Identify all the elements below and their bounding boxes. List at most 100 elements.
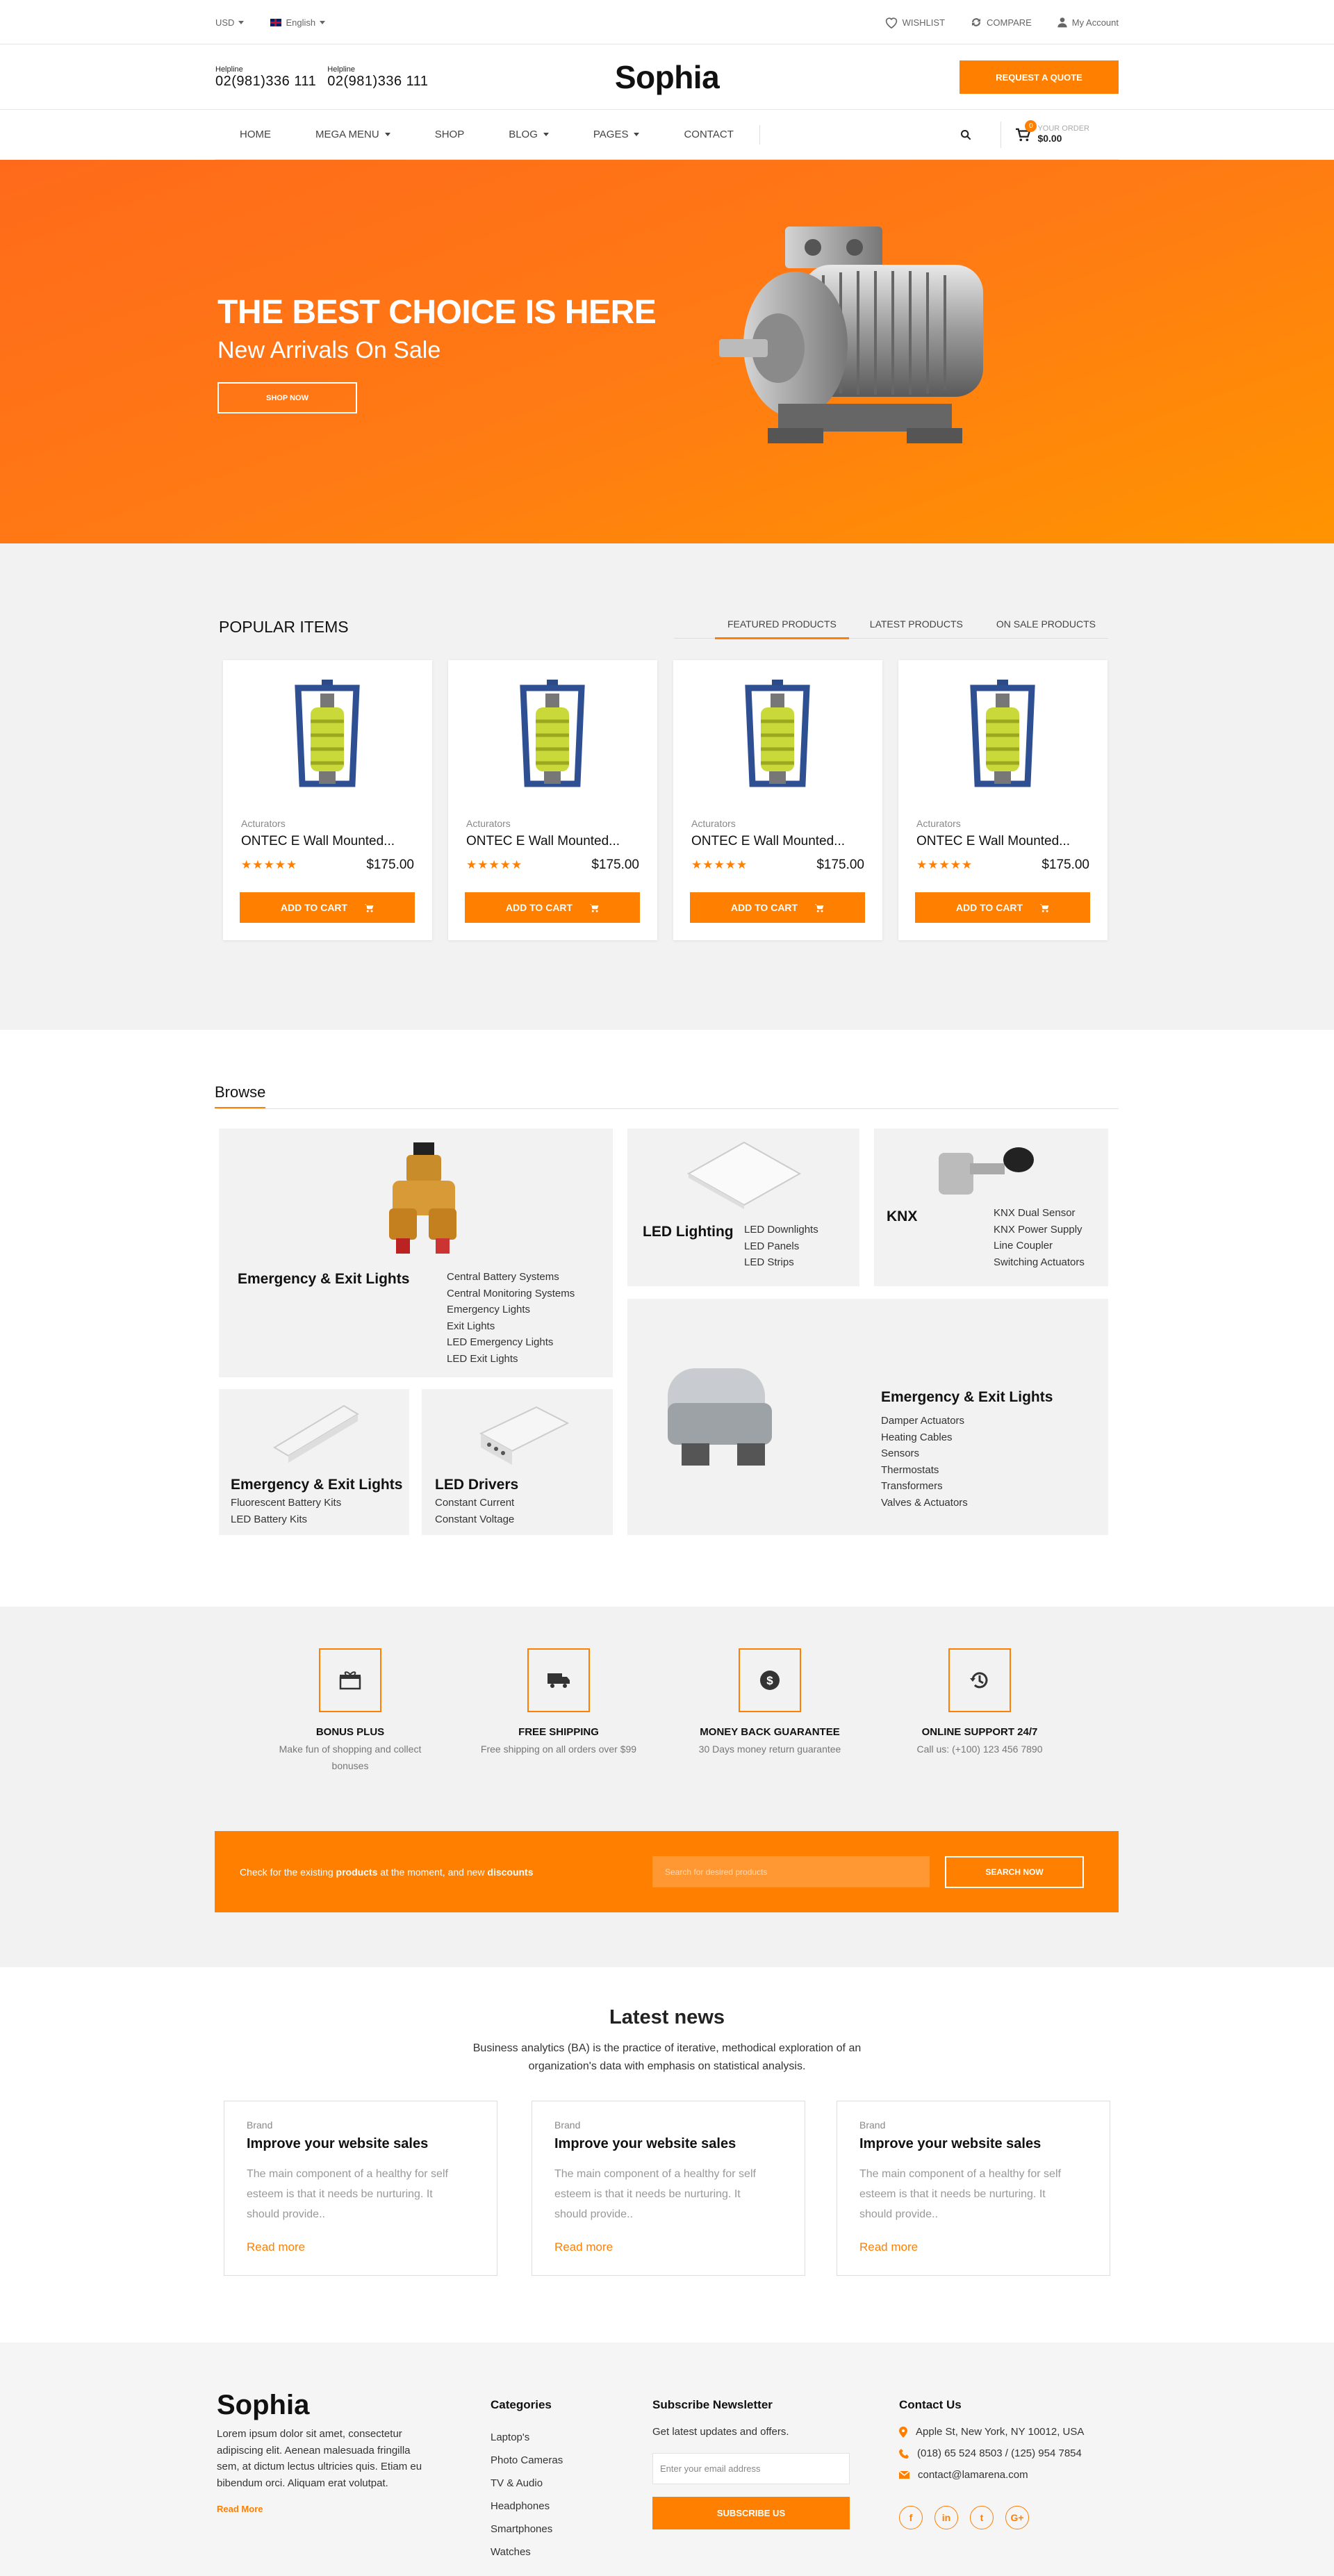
nav-home[interactable]: HOME	[215, 129, 293, 140]
promo-text-part: discounts	[487, 1866, 534, 1878]
tab-featured-products[interactable]: FEATURED PRODUCTS	[714, 612, 849, 639]
wishlist-link[interactable]: WISHLIST	[884, 16, 945, 28]
footer-link[interactable]: TV & Audio	[491, 2472, 563, 2495]
read-more-link[interactable]: Read more	[554, 2240, 613, 2254]
sensor-image	[939, 1147, 1034, 1195]
list-item[interactable]: Line Coupler	[994, 1238, 1085, 1254]
list-item[interactable]: Sensors	[881, 1445, 968, 1462]
list-item[interactable]: LED Downlights	[744, 1222, 818, 1238]
shop-now-button[interactable]: SHOP NOW	[217, 382, 357, 413]
category-tile[interactable]: LED Lighting LED Downlights LED Panels L…	[627, 1129, 859, 1286]
nav-blog[interactable]: BLOG	[486, 129, 571, 140]
list-item[interactable]: KNX Power Supply	[994, 1222, 1085, 1238]
list-item[interactable]: Transformers	[881, 1478, 968, 1495]
contact-text[interactable]: contact@lamarena.com	[918, 2469, 1028, 2481]
list-item[interactable]: Central Monitoring Systems	[447, 1286, 575, 1302]
promo-text-part: Check for the existing	[240, 1866, 336, 1878]
search-now-button[interactable]: SEARCH NOW	[945, 1855, 1084, 1888]
list-item[interactable]: Constant Current	[435, 1495, 514, 1511]
list-item[interactable]: LED Strips	[744, 1254, 818, 1271]
newsletter-email-input[interactable]: Enter your email address	[652, 2453, 850, 2484]
list-item[interactable]: LED Exit Lights	[447, 1351, 575, 1368]
news-title[interactable]: Improve your website sales	[554, 2136, 736, 2152]
news-excerpt: The main component of a healthy for self…	[247, 2168, 448, 2220]
news-card: Brand Improve your website sales The main …	[224, 2101, 497, 2276]
list-item[interactable]: LED Emergency Lights	[447, 1334, 575, 1351]
news-brand: Brand	[859, 2119, 886, 2131]
logo[interactable]: Sophia	[615, 58, 720, 96]
language-select[interactable]: English	[270, 17, 326, 28]
divider	[1000, 121, 1002, 148]
list-item[interactable]: Emergency Lights	[447, 1302, 575, 1318]
product-name[interactable]: ONTEC E Wall Mounted...	[916, 834, 1070, 849]
footer-link[interactable]: Watches	[491, 2541, 563, 2563]
truck-icon	[527, 1648, 590, 1712]
tab-latest-products[interactable]: LATEST PRODUCTS	[857, 612, 975, 639]
search-icon[interactable]	[957, 126, 974, 143]
contact-email: contact@lamarena.com	[899, 2469, 1084, 2481]
list-item[interactable]: Fluorescent Battery Kits	[231, 1495, 341, 1511]
request-quote-button[interactable]: REQUEST A QUOTE	[960, 60, 1119, 94]
tile-title: LED Lighting	[643, 1224, 734, 1240]
footer-logo[interactable]: Sophia	[217, 2390, 309, 2421]
features-section: BONUS PLUS Make fun of shopping and coll…	[0, 1607, 1334, 1967]
list-item[interactable]: Exit Lights	[447, 1318, 575, 1335]
footer-read-more-link[interactable]: Read More	[217, 2504, 263, 2514]
currency-select[interactable]: USD	[215, 17, 245, 28]
subscribe-button[interactable]: SUBSCRIBE US	[652, 2497, 850, 2529]
nav-contact[interactable]: CONTACT	[661, 129, 755, 140]
news-excerpt: The main component of a healthy for self…	[554, 2168, 756, 2220]
footer-link[interactable]: Photo Cameras	[491, 2449, 563, 2472]
footer-link[interactable]: Headphones	[491, 2495, 563, 2518]
list-item[interactable]: Damper Actuators	[881, 1413, 968, 1429]
actuator-image	[668, 1368, 772, 1466]
news-title[interactable]: Improve your website sales	[247, 2136, 428, 2152]
list-item[interactable]: Central Battery Systems	[447, 1269, 575, 1286]
news-title[interactable]: Improve your website sales	[859, 2136, 1041, 2152]
list-item[interactable]: LED Battery Kits	[231, 1511, 341, 1528]
add-to-cart-button[interactable]: ADD TO CART	[915, 892, 1090, 923]
list-item[interactable]: Switching Actuators	[994, 1254, 1085, 1271]
linkedin-icon[interactable]: in	[934, 2506, 958, 2529]
contact-text: (018) 65 524 8503 / (125) 954 7854	[917, 2447, 1082, 2459]
nav-pages[interactable]: PAGES	[571, 129, 662, 140]
category-tile[interactable]: KNX KNX Dual Sensor KNX Power Supply Lin…	[874, 1129, 1108, 1286]
nav-mega-menu[interactable]: MEGA MENU	[293, 129, 413, 140]
google-plus-icon[interactable]: G+	[1005, 2506, 1029, 2529]
account-link[interactable]: My Account	[1057, 17, 1119, 28]
product-card[interactable]: Acturators ONTEC E Wall Mounted... ★★★★★ $1…	[673, 660, 882, 940]
twitter-icon[interactable]: t	[970, 2506, 994, 2529]
read-more-link[interactable]: Read more	[247, 2240, 305, 2254]
read-more-link[interactable]: Read more	[859, 2240, 918, 2254]
nav-shop[interactable]: SHOP	[413, 129, 487, 140]
product-card[interactable]: Acturators ONTEC E Wall Mounted... ★★★★★ $1…	[448, 660, 657, 940]
tab-on-sale-products[interactable]: ON SALE PRODUCTS	[984, 612, 1108, 639]
promo-search-input[interactable]: Search for desired products	[652, 1856, 930, 1887]
footer-link[interactable]: Laptop's	[491, 2426, 563, 2449]
facebook-icon[interactable]: f	[899, 2506, 923, 2529]
list-item[interactable]: Constant Voltage	[435, 1511, 514, 1528]
product-card[interactable]: Acturators ONTEC E Wall Mounted... ★★★★★ $1…	[223, 660, 432, 940]
product-card[interactable]: Acturators ONTEC E Wall Mounted... ★★★★★ $1…	[898, 660, 1107, 940]
category-tile[interactable]: Emergency & Exit Lights Damper Actuators…	[627, 1299, 1108, 1535]
list-item[interactable]: Thermostats	[881, 1462, 968, 1479]
add-to-cart-button[interactable]: ADD TO CART	[690, 892, 865, 923]
add-to-cart-button[interactable]: ADD TO CART	[465, 892, 640, 923]
product-name[interactable]: ONTEC E Wall Mounted...	[466, 834, 620, 849]
category-tile[interactable]: Emergency & Exit Lights Fluorescent Batt…	[219, 1389, 409, 1535]
category-tile[interactable]: LED Drivers Constant Current Constant Vo…	[422, 1389, 613, 1535]
add-to-cart-button[interactable]: ADD TO CART	[240, 892, 415, 923]
product-name[interactable]: ONTEC E Wall Mounted...	[241, 834, 395, 849]
product-price: $175.00	[816, 858, 864, 872]
helpline-label: Helpline	[327, 65, 356, 74]
list-item[interactable]: LED Panels	[744, 1238, 818, 1255]
list-item[interactable]: Valves & Actuators	[881, 1495, 968, 1511]
product-price: $175.00	[366, 858, 414, 872]
product-name[interactable]: ONTEC E Wall Mounted...	[691, 834, 845, 849]
list-item[interactable]: KNX Dual Sensor	[994, 1205, 1085, 1222]
compare-link[interactable]: COMPARE	[970, 16, 1032, 28]
list-item[interactable]: Heating Cables	[881, 1429, 968, 1446]
cart-widget[interactable]: 0 YOUR ORDER $0.00	[1015, 120, 1089, 145]
footer-link[interactable]: Smartphones	[491, 2518, 563, 2541]
category-tile[interactable]: Emergency & Exit Lights Central Battery …	[219, 1129, 613, 1377]
